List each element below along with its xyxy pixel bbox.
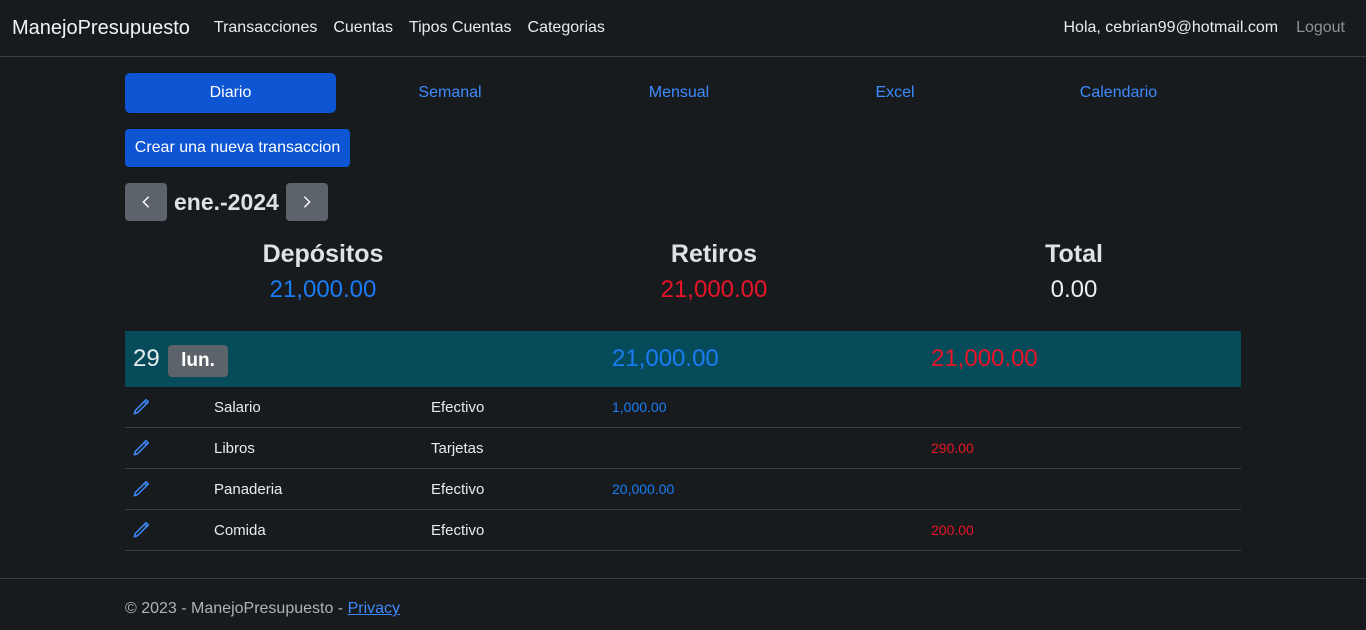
logout-button[interactable]: Logout — [1296, 19, 1345, 37]
main-container: Diario Semanal Mensual Excel Calendario … — [125, 57, 1241, 551]
chevron-left-icon — [142, 196, 150, 208]
day-number: 29 — [133, 345, 160, 372]
month-navigator: ene.-2024 — [125, 183, 1241, 221]
transaction-account: Efectivo — [431, 399, 485, 416]
footer-content: © 2023 - ManejoPresupuesto - Privacy — [125, 600, 400, 618]
tab-calendario[interactable]: Calendario — [996, 73, 1241, 113]
nav-link-categorias[interactable]: Categorias — [528, 19, 605, 37]
nav-links: Transacciones Cuentas Tipos Cuentas Cate… — [214, 19, 1064, 37]
transaction-row: Libros Tarjetas 290.00 — [125, 428, 1241, 469]
edit-pencil-icon[interactable] — [132, 398, 150, 416]
create-transaction-button[interactable]: Crear una nueva transaccion — [125, 129, 350, 167]
month-label: ene.-2024 — [174, 188, 279, 215]
navbar: ManejoPresupuesto Transacciones Cuentas … — [0, 0, 1366, 57]
transaction-deposit: 1,000.00 — [612, 399, 667, 415]
transaction-category: Comida — [214, 522, 266, 539]
edit-pencil-icon[interactable] — [132, 480, 150, 498]
user-greeting[interactable]: Hola, cebrian99@hotmail.com — [1064, 19, 1279, 37]
nav-right: Hola, cebrian99@hotmail.com Logout — [1064, 19, 1346, 37]
transaction-category: Panaderia — [214, 481, 283, 498]
transaction-account: Efectivo — [431, 481, 485, 498]
prev-month-button[interactable] — [125, 183, 167, 221]
transaction-account: Efectivo — [431, 522, 485, 539]
transaction-withdrawal: 200.00 — [931, 522, 974, 538]
edit-pencil-icon[interactable] — [132, 439, 150, 457]
tab-excel[interactable]: Excel — [794, 73, 996, 113]
day-deposits: 21,000.00 — [612, 345, 719, 372]
tab-diario[interactable]: Diario — [125, 73, 336, 113]
deposits-total: 21,000.00 — [269, 276, 377, 303]
nav-link-transacciones[interactable]: Transacciones — [214, 19, 317, 37]
privacy-link[interactable]: Privacy — [348, 600, 400, 617]
edit-pencil-icon[interactable] — [132, 521, 150, 539]
summary-deposits: Depósitos 21,000.00 — [125, 237, 521, 309]
nav-link-cuentas[interactable]: Cuentas — [333, 19, 393, 37]
total-value: 0.00 — [1050, 276, 1098, 303]
chevron-right-icon — [303, 196, 311, 208]
transaction-category: Salario — [214, 399, 261, 416]
summary-withdrawals: Retiros 21,000.00 — [521, 237, 907, 309]
withdrawals-total: 21,000.00 — [660, 276, 768, 303]
transaction-row: Comida Efectivo 200.00 — [125, 510, 1241, 551]
tab-semanal[interactable]: Semanal — [336, 73, 564, 113]
footer-copyright: © 2023 - ManejoPresupuesto - — [125, 600, 348, 617]
transaction-row: Panaderia Efectivo 20,000.00 — [125, 469, 1241, 510]
tab-mensual[interactable]: Mensual — [564, 73, 794, 113]
withdrawals-title: Retiros — [670, 240, 758, 268]
transaction-deposit: 20,000.00 — [612, 481, 675, 497]
transaction-withdrawal: 290.00 — [931, 440, 974, 456]
transaction-account: Tarjetas — [431, 440, 484, 457]
footer: © 2023 - ManejoPresupuesto - Privacy — [0, 578, 1366, 630]
total-title: Total — [1045, 240, 1103, 268]
day-withdrawals: 21,000.00 — [931, 345, 1038, 372]
day-header: 29 lun. 21,000.00 21,000.00 — [125, 331, 1241, 387]
nav-link-tipos-cuentas[interactable]: Tipos Cuentas — [409, 19, 512, 37]
summary-total: Total 0.00 — [907, 237, 1241, 309]
deposits-title: Depósitos — [262, 240, 384, 268]
weekday-badge: lun. — [168, 345, 228, 377]
transaction-category: Libros — [214, 440, 255, 457]
summary: Depósitos 21,000.00 Retiros 21,000.00 To… — [125, 237, 1241, 309]
transaction-row: Salario Efectivo 1,000.00 — [125, 387, 1241, 428]
view-tabs: Diario Semanal Mensual Excel Calendario — [125, 73, 1241, 113]
next-month-button[interactable] — [285, 183, 328, 221]
brand-logo[interactable]: ManejoPresupuesto — [12, 17, 190, 40]
